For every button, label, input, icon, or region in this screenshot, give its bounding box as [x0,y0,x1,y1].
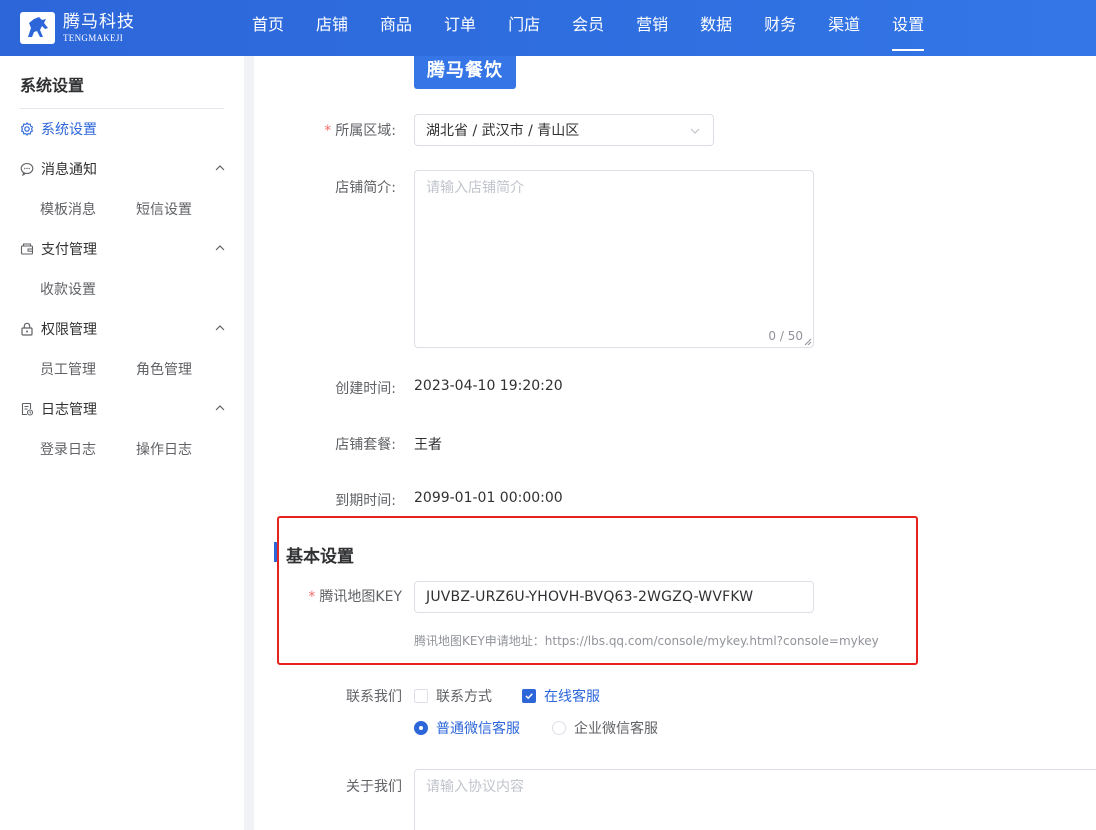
intro-label: 店铺简介: [335,180,396,196]
nav-marketing[interactable]: 营销 [636,0,668,56]
sidebar-subitem-login-log[interactable]: 登录日志 [40,439,96,459]
online-service-checkbox[interactable]: 在线客服 [522,686,600,706]
expire-value: 2099-01-01 00:00:00 [414,490,563,506]
sidebar-item-system-settings[interactable]: 系统设置 [20,119,226,139]
map-key-input[interactable]: JUVBZ-URZ6U-YHOVH-BVQ63-2WGZQ-WVFKW [414,581,814,613]
map-key-value: JUVBZ-URZ6U-YHOVH-BVQ63-2WGZQ-WVFKW [426,589,754,605]
checkmark-icon [522,689,536,703]
nav-orders[interactable]: 订单 [444,0,476,56]
sidebar-item-message[interactable]: 消息通知 [20,159,226,179]
sidebar-item-log[interactable]: 日志管理 [20,399,226,419]
document-log-icon [20,402,34,416]
nav-stores[interactable]: 门店 [508,0,540,56]
radio-dot [552,721,566,735]
main-nav: 首页 店铺 商品 订单 门店 会员 营销 数据 财务 渠道 设置 [252,0,956,56]
nav-shop[interactable]: 店铺 [316,0,348,56]
wechat-normal-radio[interactable]: 普通微信客服 [414,718,520,738]
created-value: 2023-04-10 19:20:20 [414,378,563,394]
section-title-basic-settings: 基本设置 [286,547,354,567]
checkbox-box [414,689,428,703]
package-label: 店铺套餐: [335,437,396,453]
sidebar-subitem-role-mgmt[interactable]: 角色管理 [136,359,192,379]
intro-textarea[interactable]: 请输入店铺简介 0 / 50 [414,170,814,348]
lock-icon [20,322,34,336]
radio-dot [414,721,428,735]
chevron-down-icon [690,128,700,134]
sidebar-item-permission[interactable]: 权限管理 [20,319,226,339]
brand[interactable]: 腾马科技 TENGMAKEJI [20,10,135,46]
nav-products[interactable]: 商品 [380,0,412,56]
required-asterisk: * [324,123,332,139]
nav-members[interactable]: 会员 [572,0,604,56]
chevron-up-icon[interactable] [214,162,226,174]
region-label: * 所属区域: [324,123,396,139]
sidebar-item-label: 权限管理 [41,322,97,338]
sidebar-subitem-sms-settings[interactable]: 短信设置 [136,199,192,219]
nav-settings[interactable]: 设置 [892,0,925,56]
about-placeholder: 请输入协议内容 [426,779,524,795]
region-select[interactable]: 湖北省 / 武汉市 / 青山区 [414,114,714,146]
nav-finance[interactable]: 财务 [764,0,796,56]
section-accent-bar [274,542,278,562]
map-key-label: * 腾讯地图KEY [308,589,402,605]
sidebar-title: 系统设置 [20,76,85,95]
required-asterisk: * [308,589,316,605]
brand-name: 腾马科技 [63,11,135,32]
sidebar: 系统设置 系统设置 消息通知 模板消息 短信设置 支付管理 收款设置 权限管理 … [0,56,244,830]
about-label: 关于我们 [346,779,402,795]
sidebar-item-label: 消息通知 [41,162,97,178]
package-value: 王者 [414,437,442,453]
main-content: 腾马餐饮 * 所属区域: 湖北省 / 武汉市 / 青山区 店铺简介: 请输入店铺简… [254,56,1096,830]
shop-logo-image[interactable]: 腾马餐饮 [414,56,516,89]
intro-char-count: 0 / 50 [768,329,803,343]
intro-placeholder: 请输入店铺简介 [426,180,524,196]
chevron-up-icon[interactable] [214,402,226,414]
sidebar-item-label: 系统设置 [41,122,97,138]
wechat-enterprise-radio[interactable]: 企业微信客服 [552,718,658,738]
sidebar-item-payment[interactable]: 支付管理 [20,239,226,259]
sidebar-subitem-staff-mgmt[interactable]: 员工管理 [40,359,96,379]
contact-label: 联系我们 [346,689,402,705]
chevron-up-icon[interactable] [214,322,226,334]
expire-label: 到期时间: [335,493,396,509]
sidebar-subitem-template-msg[interactable]: 模板消息 [40,199,96,219]
nav-channels[interactable]: 渠道 [828,0,860,56]
top-navbar: 腾马科技 TENGMAKEJI 首页 店铺 商品 订单 门店 会员 营销 数据 … [0,0,1096,56]
map-key-hint[interactable]: 腾讯地图KEY申请地址：https://lbs.qq.com/console/m… [414,632,879,649]
brand-name-en: TENGMAKEJI [63,32,123,43]
sidebar-item-label: 日志管理 [41,402,97,418]
region-value: 湖北省 / 武汉市 / 青山区 [426,123,580,139]
nav-data[interactable]: 数据 [700,0,732,56]
sidebar-subitem-operation-log[interactable]: 操作日志 [136,439,192,459]
gear-icon [20,122,34,136]
created-label: 创建时间: [335,381,396,397]
horse-logo-icon [20,12,55,44]
resize-handle-icon[interactable] [804,338,812,346]
about-textarea[interactable]: 请输入协议内容 [414,769,1096,830]
sidebar-divider [20,108,224,109]
sidebar-item-label: 支付管理 [41,242,97,258]
wallet-icon [20,242,34,256]
contact-method-checkbox[interactable]: 联系方式 [414,686,492,706]
nav-home[interactable]: 首页 [252,0,284,56]
chevron-up-icon[interactable] [214,242,226,254]
sidebar-subitem-collection-settings[interactable]: 收款设置 [40,279,96,299]
chat-bubble-icon [20,162,34,176]
